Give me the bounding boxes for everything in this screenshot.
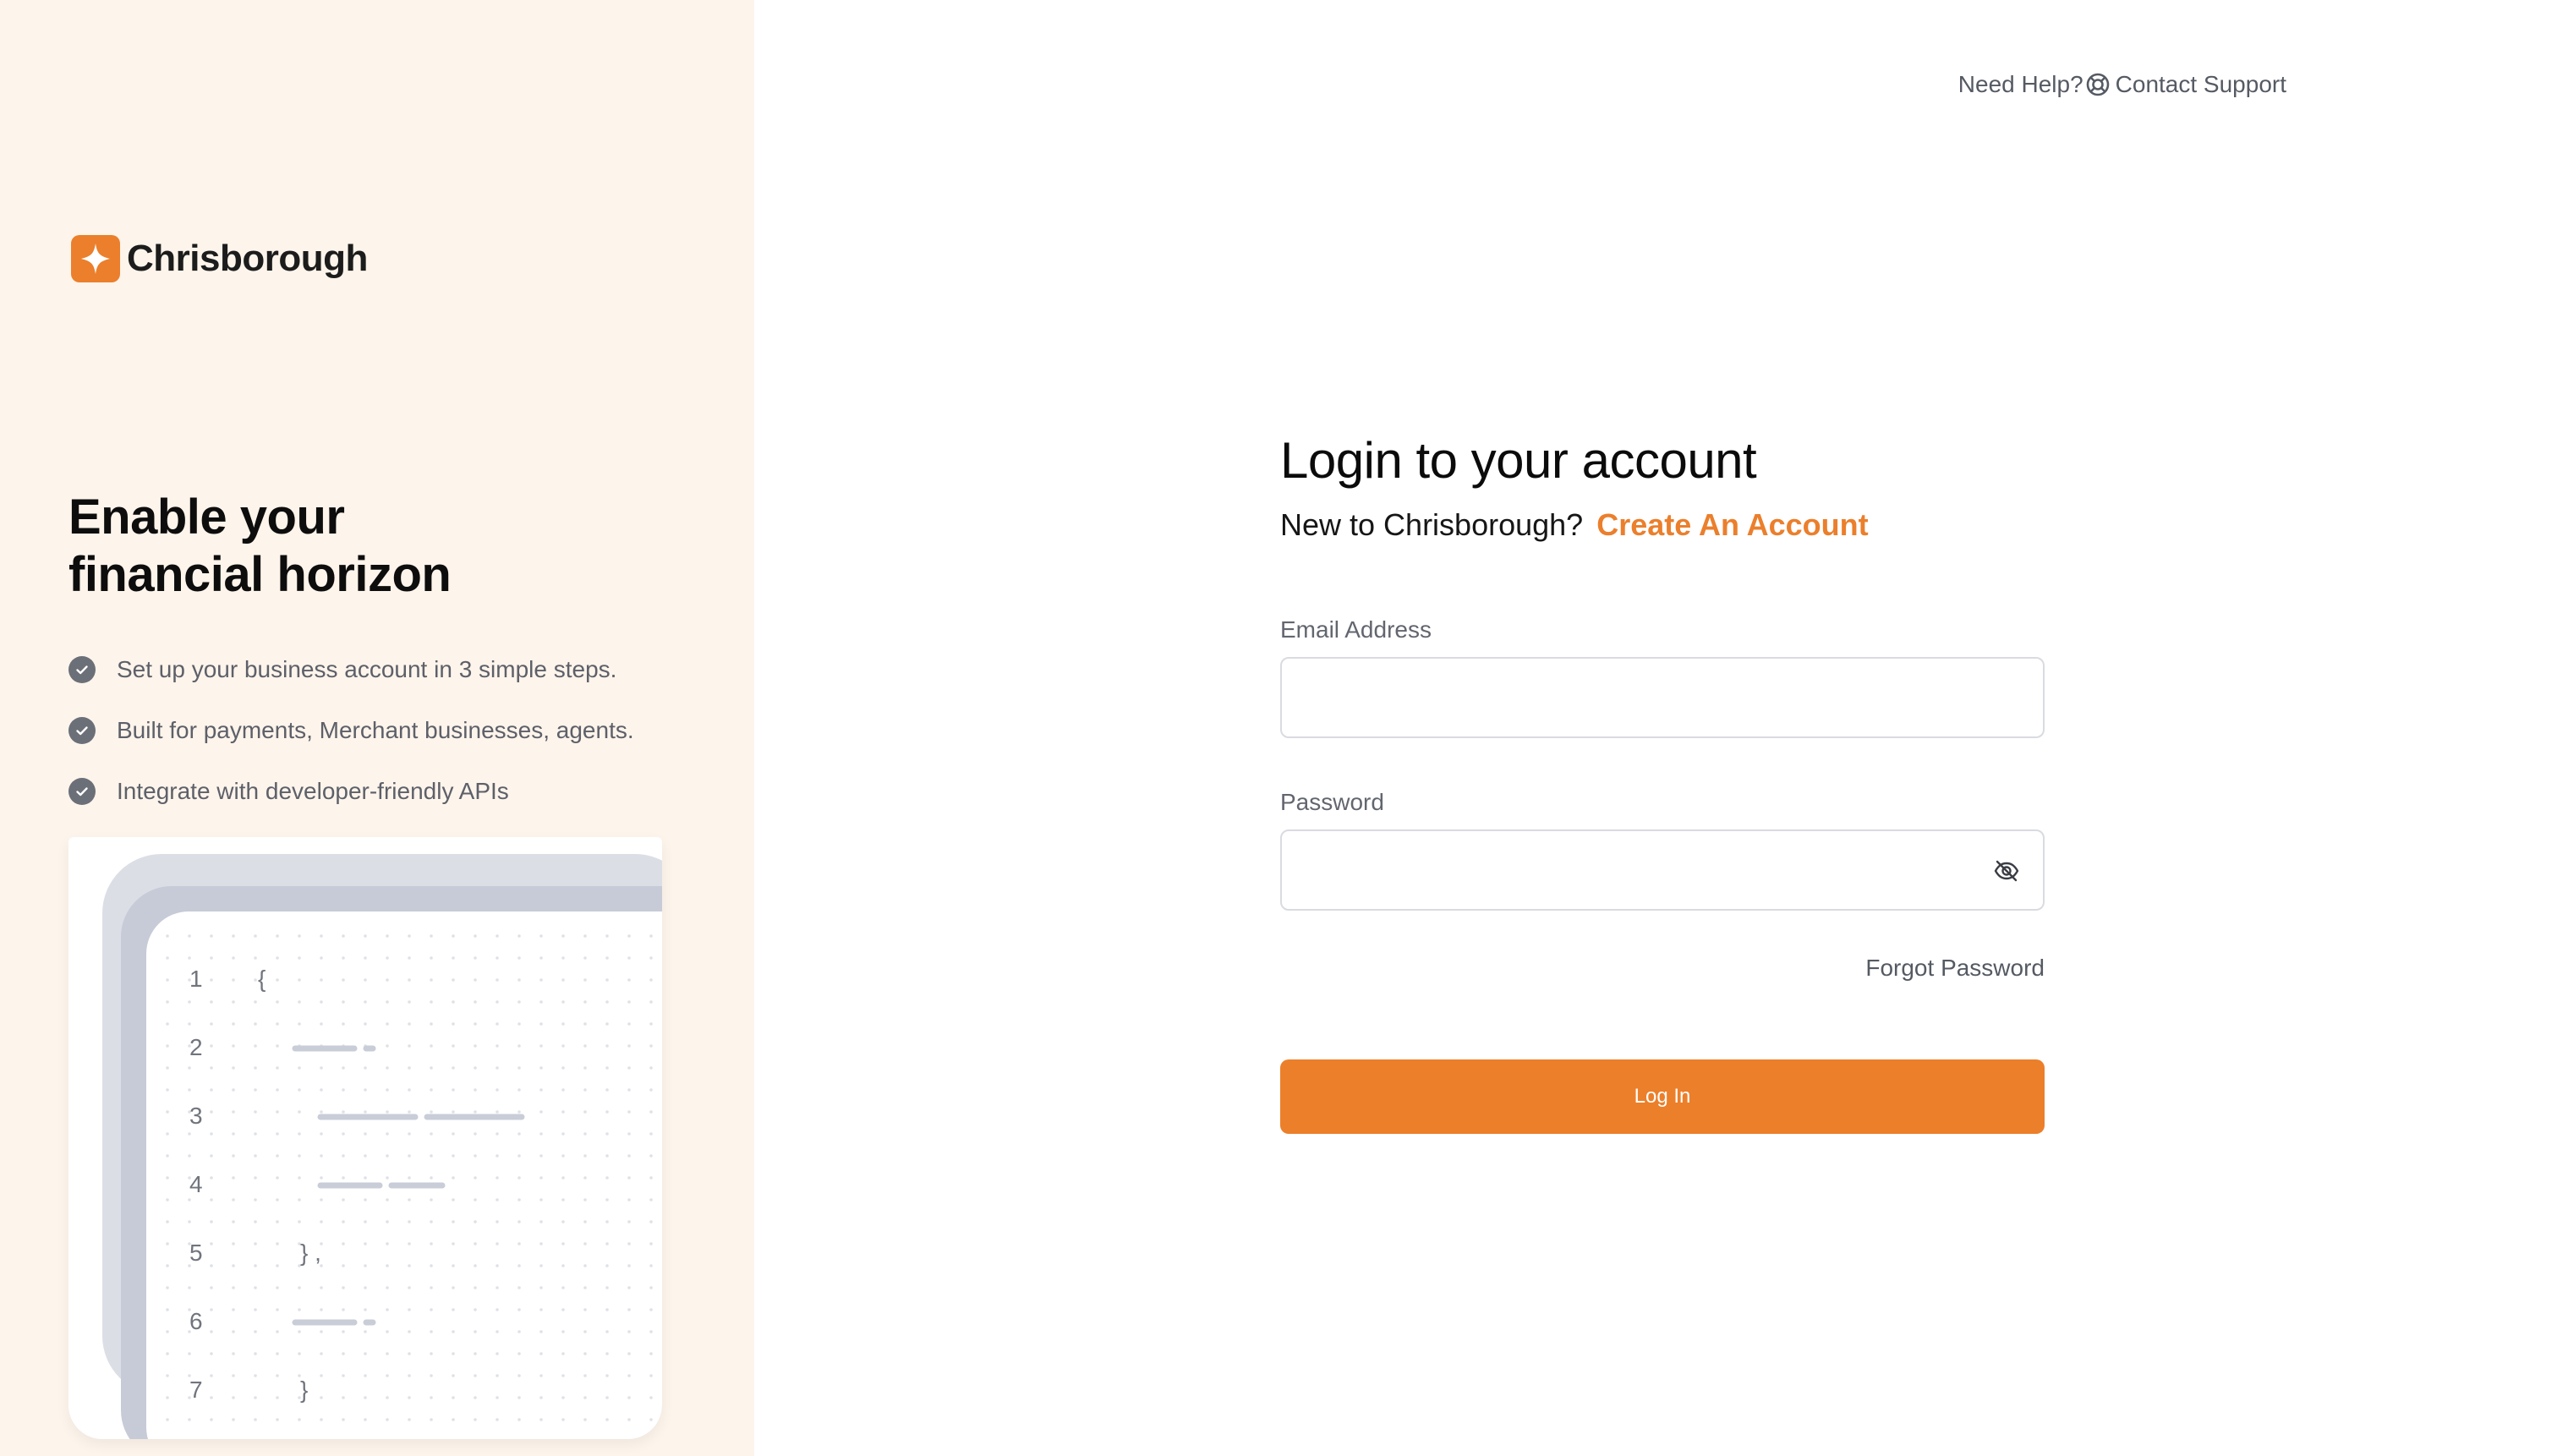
check-circle-icon <box>68 778 96 805</box>
need-help-label: Need Help? <box>1957 71 2083 97</box>
email-field[interactable] <box>1280 657 2045 738</box>
code-illustration: 1 2 3 4 5 6 7 { } , } <box>68 837 662 1439</box>
signup-prompt-text: New to Chrisborough? <box>1280 507 1584 542</box>
login-form: Login to your account New to Chrisboroug… <box>1280 427 2045 1134</box>
brand-logo[interactable]: Chrisborough <box>71 233 368 284</box>
headline-line-2: financial horizon <box>68 547 452 602</box>
email-label: Email Address <box>1280 616 1432 643</box>
brand-name: Chrisborough <box>127 238 368 279</box>
feature-text: Integrate with developer-friendly APIs <box>117 778 509 804</box>
password-field[interactable] <box>1280 829 2045 911</box>
line-number: 5 <box>189 1240 203 1266</box>
feature-item: Integrate with developer-friendly APIs <box>68 761 634 822</box>
feature-item: Set up your business account in 3 simple… <box>68 639 634 700</box>
check-circle-icon <box>68 717 96 744</box>
help-bar: Need Help? Contact Support <box>1958 71 2286 98</box>
signup-prompt: New to Chrisborough? Create An Account <box>1280 505 2045 545</box>
create-account-link[interactable]: Create An Account <box>1596 507 1868 542</box>
hero-headline: Enable your financial horizon <box>68 489 452 604</box>
code-brace: { <box>258 966 266 992</box>
chrisborough-logo-icon <box>71 233 120 284</box>
page-title: Login to your account <box>1280 432 1757 489</box>
feature-item: Built for payments, Merchant businesses,… <box>68 700 634 761</box>
eye-off-icon[interactable] <box>1992 857 2021 885</box>
code-brace: } , <box>300 1240 321 1266</box>
password-label: Password <box>1280 789 1384 815</box>
line-number: 2 <box>189 1034 203 1060</box>
line-number: 7 <box>189 1377 203 1403</box>
feature-list: Set up your business account in 3 simple… <box>68 639 634 822</box>
line-number: 6 <box>189 1308 203 1334</box>
code-brace: } <box>300 1377 308 1403</box>
feature-text: Built for payments, Merchant businesses,… <box>117 717 634 743</box>
marketing-panel: Chrisborough Enable your financial horiz… <box>0 0 754 1456</box>
check-circle-icon <box>68 656 96 683</box>
line-number: 3 <box>189 1103 203 1129</box>
feature-text: Set up your business account in 3 simple… <box>117 656 617 682</box>
line-number: 4 <box>189 1171 203 1197</box>
forgot-password-link[interactable]: Forgot Password <box>1280 953 2045 983</box>
headline-line-1: Enable your <box>68 490 345 545</box>
login-button[interactable]: Log In <box>1280 1059 2045 1134</box>
code-editor-graphic: 1 2 3 4 5 6 7 { } , } <box>102 854 662 1439</box>
contact-support-link[interactable]: Contact Support <box>2116 71 2286 98</box>
line-number: 1 <box>189 966 203 992</box>
lifebuoy-icon <box>2085 72 2111 97</box>
